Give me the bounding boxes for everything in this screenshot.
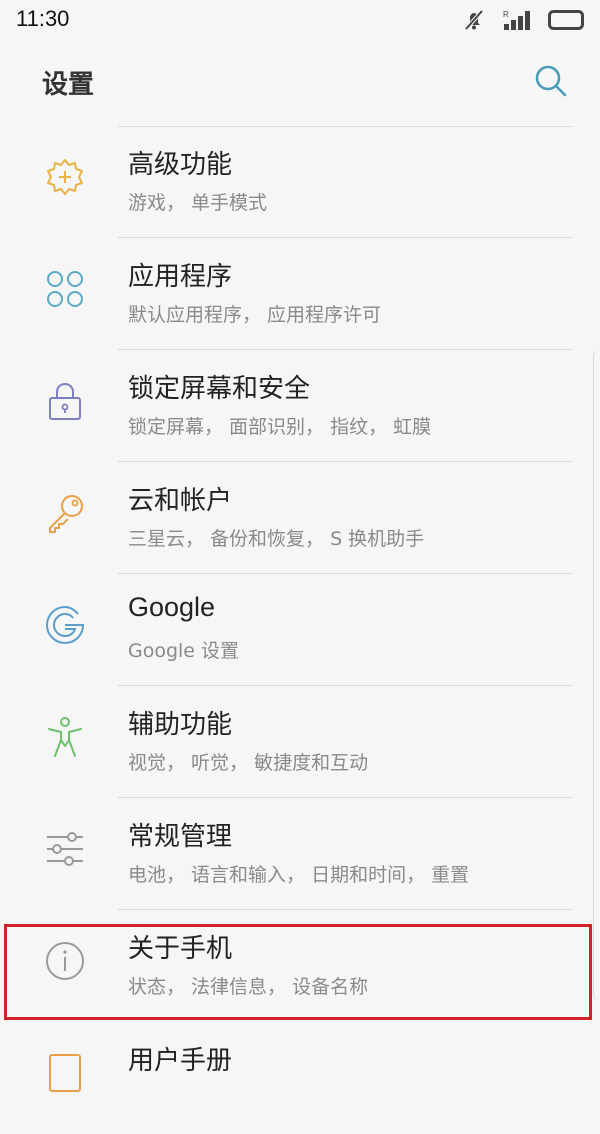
highlight-box	[4, 924, 592, 1020]
apps-grid-icon	[47, 271, 83, 307]
settings-item-user-manual[interactable]: 用户手册	[0, 1022, 600, 1134]
settings-item-subtitle: 电池， 语言和输入， 日期和时间， 重置	[128, 864, 470, 886]
google-icon	[45, 605, 85, 645]
battery-icon	[548, 10, 584, 30]
settings-item-advanced-features[interactable]: 高级功能 游戏， 单手模式	[0, 126, 600, 238]
settings-item-subtitle: Google 设置	[128, 640, 240, 662]
gear-plus-icon	[47, 159, 83, 195]
settings-item-apps[interactable]: 应用程序 默认应用程序， 应用程序许可	[0, 238, 600, 350]
settings-item-title: Google	[128, 592, 216, 622]
notifications-off-icon	[464, 9, 484, 31]
sliders-icon	[47, 832, 83, 866]
settings-item-cloud-accounts[interactable]: 云和帐户 三星云， 备份和恢复， S 换机助手	[0, 462, 600, 574]
settings-item-title: 辅助功能	[128, 710, 233, 740]
settings-item-title: 云和帐户	[128, 486, 233, 516]
settings-item-subtitle: 锁定屏幕， 面部识别， 指纹， 虹膜	[128, 416, 432, 438]
search-icon[interactable]	[534, 64, 568, 98]
app-bar: 设置	[0, 42, 600, 120]
scroll-indicator	[593, 350, 600, 1000]
manual-icon	[49, 1054, 81, 1092]
svg-text:R: R	[503, 10, 509, 19]
lock-icon	[49, 382, 81, 420]
settings-item-title: 锁定屏幕和安全	[128, 374, 311, 404]
accessibility-icon	[48, 717, 82, 757]
page-title: 设置	[42, 70, 95, 100]
status-bar: 11:30 R	[0, 0, 600, 42]
status-icons: R	[462, 8, 586, 32]
settings-item-lock-screen-security[interactable]: 锁定屏幕和安全 锁定屏幕， 面部识别， 指纹， 虹膜	[0, 350, 600, 462]
settings-item-title: 应用程序	[128, 262, 233, 292]
settings-item-google[interactable]: Google Google 设置	[0, 574, 600, 686]
key-icon	[49, 495, 83, 533]
settings-item-subtitle: 游戏， 单手模式	[128, 192, 268, 214]
settings-item-title: 用户手册	[128, 1046, 233, 1076]
settings-item-general-management[interactable]: 常规管理 电池， 语言和输入， 日期和时间， 重置	[0, 798, 600, 910]
settings-item-accessibility[interactable]: 辅助功能 视觉， 听觉， 敏捷度和互动	[0, 686, 600, 798]
signal-icon: R	[503, 10, 530, 30]
settings-item-title: 高级功能	[128, 150, 233, 180]
settings-item-subtitle: 视觉， 听觉， 敏捷度和互动	[128, 752, 369, 774]
status-time: 11:30	[16, 6, 70, 31]
settings-item-title: 常规管理	[128, 822, 233, 852]
settings-item-subtitle: 三星云， 备份和恢复， S 换机助手	[128, 528, 425, 550]
settings-item-subtitle: 默认应用程序， 应用程序许可	[128, 304, 382, 326]
